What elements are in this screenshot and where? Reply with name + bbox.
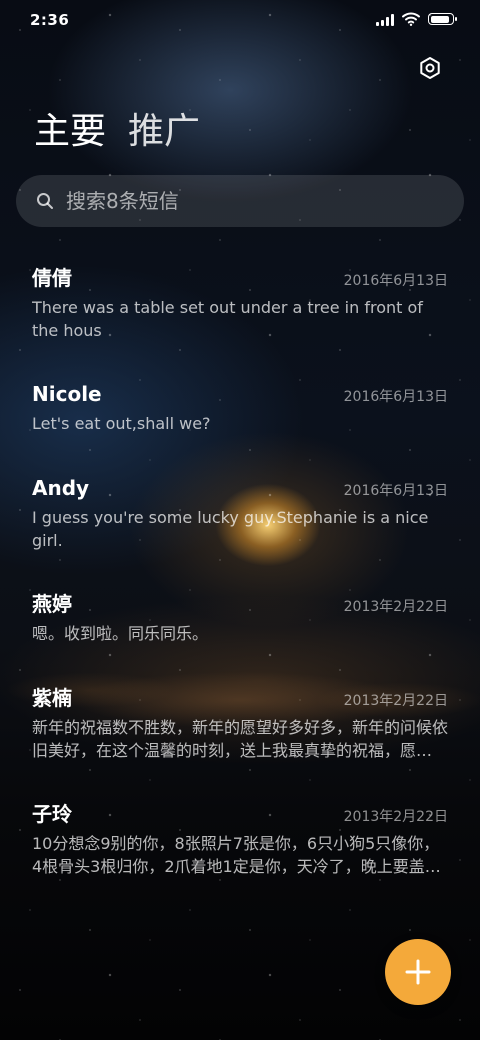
plus-icon [405, 959, 431, 985]
tab-bar: 主要 推广 [34, 110, 200, 154]
message-preview: Let's eat out,shall we? [32, 414, 211, 433]
wifi-icon [402, 12, 420, 26]
conversation-header: Nicole 2016年6月13日 [32, 380, 448, 408]
message-date: 2016年6月13日 [343, 273, 448, 289]
search-icon [37, 193, 53, 209]
conversation-item[interactable]: 紫楠 2013年2月22日 新年的祝福数不胜数，新年的愿望好多好多，新年的问候依… [0, 670, 480, 786]
contact-name: 燕婷 [32, 592, 72, 616]
conversation-item[interactable]: 子玲 2013年2月22日 10分想念9别的你，8张照片7张是你，6只小狗5只像… [0, 786, 480, 902]
status-bar: 2:36 [0, 0, 480, 42]
conversation-header: 子玲 2013年2月22日 [32, 800, 448, 828]
message-preview: 新年的祝福数不胜数，新年的愿望好多好多，新年的问候依旧美好，在这个温馨的时刻，送… [32, 718, 448, 760]
message-preview: 10分想念9别的你，8张照片7张是你，6只小狗5只像你，4根骨头3根归你，2爪着… [32, 834, 441, 876]
search-bar[interactable] [16, 175, 464, 227]
message-date: 2016年6月13日 [343, 389, 448, 405]
message-date: 2013年2月22日 [343, 599, 448, 615]
battery-icon [428, 13, 457, 25]
conversation-header: 燕婷 2013年2月22日 [32, 590, 448, 618]
message-preview: 嗯。收到啦。同乐同乐。 [32, 624, 209, 643]
message-preview: There was a table set out under a tree i… [32, 298, 423, 340]
conversation-item[interactable]: Andy 2016年6月13日 I guess you're some luck… [0, 460, 480, 576]
conversation-item[interactable]: 倩倩 2016年6月13日 There was a table set out … [0, 250, 480, 366]
message-date: 2013年2月22日 [343, 809, 448, 825]
gear-icon [420, 57, 440, 79]
conversation-header: 紫楠 2013年2月22日 [32, 684, 448, 712]
tab-promotions[interactable]: 推广 [128, 110, 200, 154]
conversation-item[interactable]: 燕婷 2013年2月22日 嗯。收到啦。同乐同乐。 [0, 576, 480, 670]
conversation-header: Andy 2016年6月13日 [32, 474, 448, 502]
conversation-list: 倩倩 2016年6月13日 There was a table set out … [0, 250, 480, 902]
contact-name: 紫楠 [32, 686, 72, 710]
new-message-button[interactable] [385, 939, 451, 1005]
message-date: 2016年6月13日 [343, 483, 448, 499]
tab-primary[interactable]: 主要 [34, 110, 106, 154]
signal-icon [376, 13, 394, 26]
contact-name: Nicole [32, 382, 102, 406]
settings-button[interactable] [414, 52, 446, 84]
message-date: 2013年2月22日 [343, 693, 448, 709]
contact-name: 倩倩 [32, 266, 72, 290]
contact-name: Andy [32, 476, 90, 500]
search-input[interactable] [64, 188, 448, 214]
conversation-header: 倩倩 2016年6月13日 [32, 264, 448, 292]
conversation-item[interactable]: Nicole 2016年6月13日 Let's eat out,shall we… [0, 366, 480, 460]
status-time: 2:36 [30, 11, 70, 29]
contact-name: 子玲 [32, 802, 72, 826]
status-icons [376, 12, 457, 26]
message-preview: I guess you're some lucky guy.Stephanie … [32, 508, 429, 550]
